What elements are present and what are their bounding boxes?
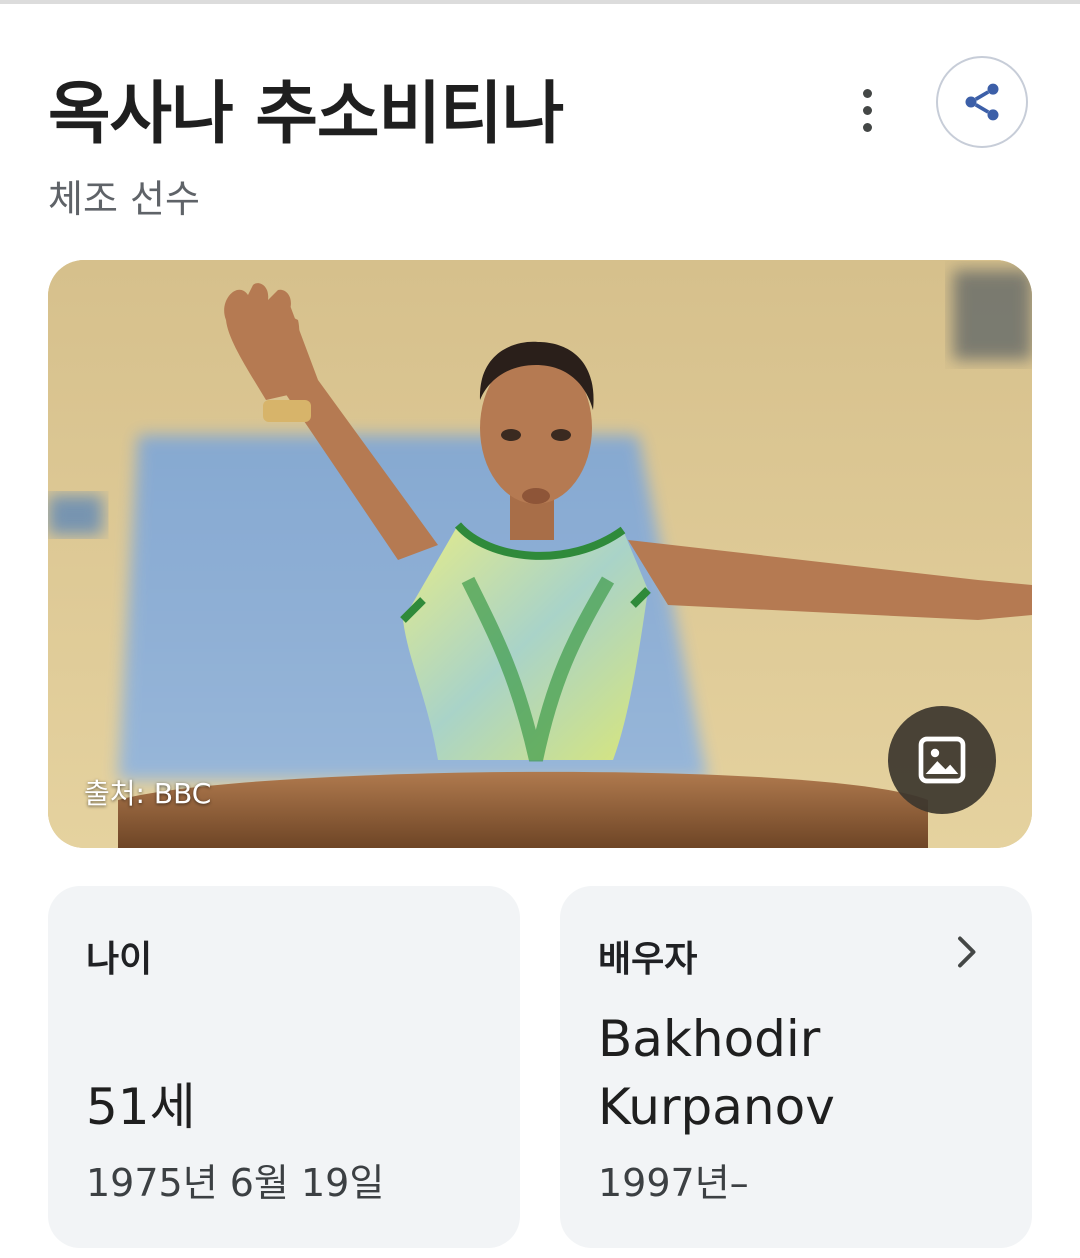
entity-photo[interactable]: 출처: BBC <box>48 260 1032 848</box>
share-icon <box>965 83 999 121</box>
age-card: 나이 51세 1975년 6월 19일 <box>48 886 520 1248</box>
age-value: 51세 <box>86 1078 196 1136</box>
spouse-name-line2: Kurpanov <box>598 1078 835 1136</box>
marriage-years: 1997년– <box>598 1161 749 1205</box>
photo-credit: 출처: BBC <box>84 777 212 810</box>
spouse-label: 배우자 <box>598 939 698 980</box>
spouse-card[interactable]: 배우자 Bakhodir Kurpanov 1997년– <box>560 886 1032 1248</box>
image-gallery-button[interactable] <box>888 706 996 814</box>
spouse-name-line1: Bakhodir <box>598 1010 821 1068</box>
share-button[interactable] <box>936 56 1028 148</box>
more-options-button[interactable] <box>844 80 890 140</box>
age-label: 나이 <box>86 939 153 980</box>
more-vert-icon <box>862 88 872 98</box>
entity-subtitle: 체조 선수 <box>48 177 200 221</box>
chevron-right-icon <box>958 936 976 968</box>
gymnast-photo-illustration <box>48 260 1032 848</box>
entity-title: 옥사나 추소비티나 <box>48 75 564 154</box>
image-gallery-icon <box>918 736 966 784</box>
top-divider <box>0 0 1080 4</box>
birth-date: 1975년 6월 19일 <box>86 1161 385 1205</box>
